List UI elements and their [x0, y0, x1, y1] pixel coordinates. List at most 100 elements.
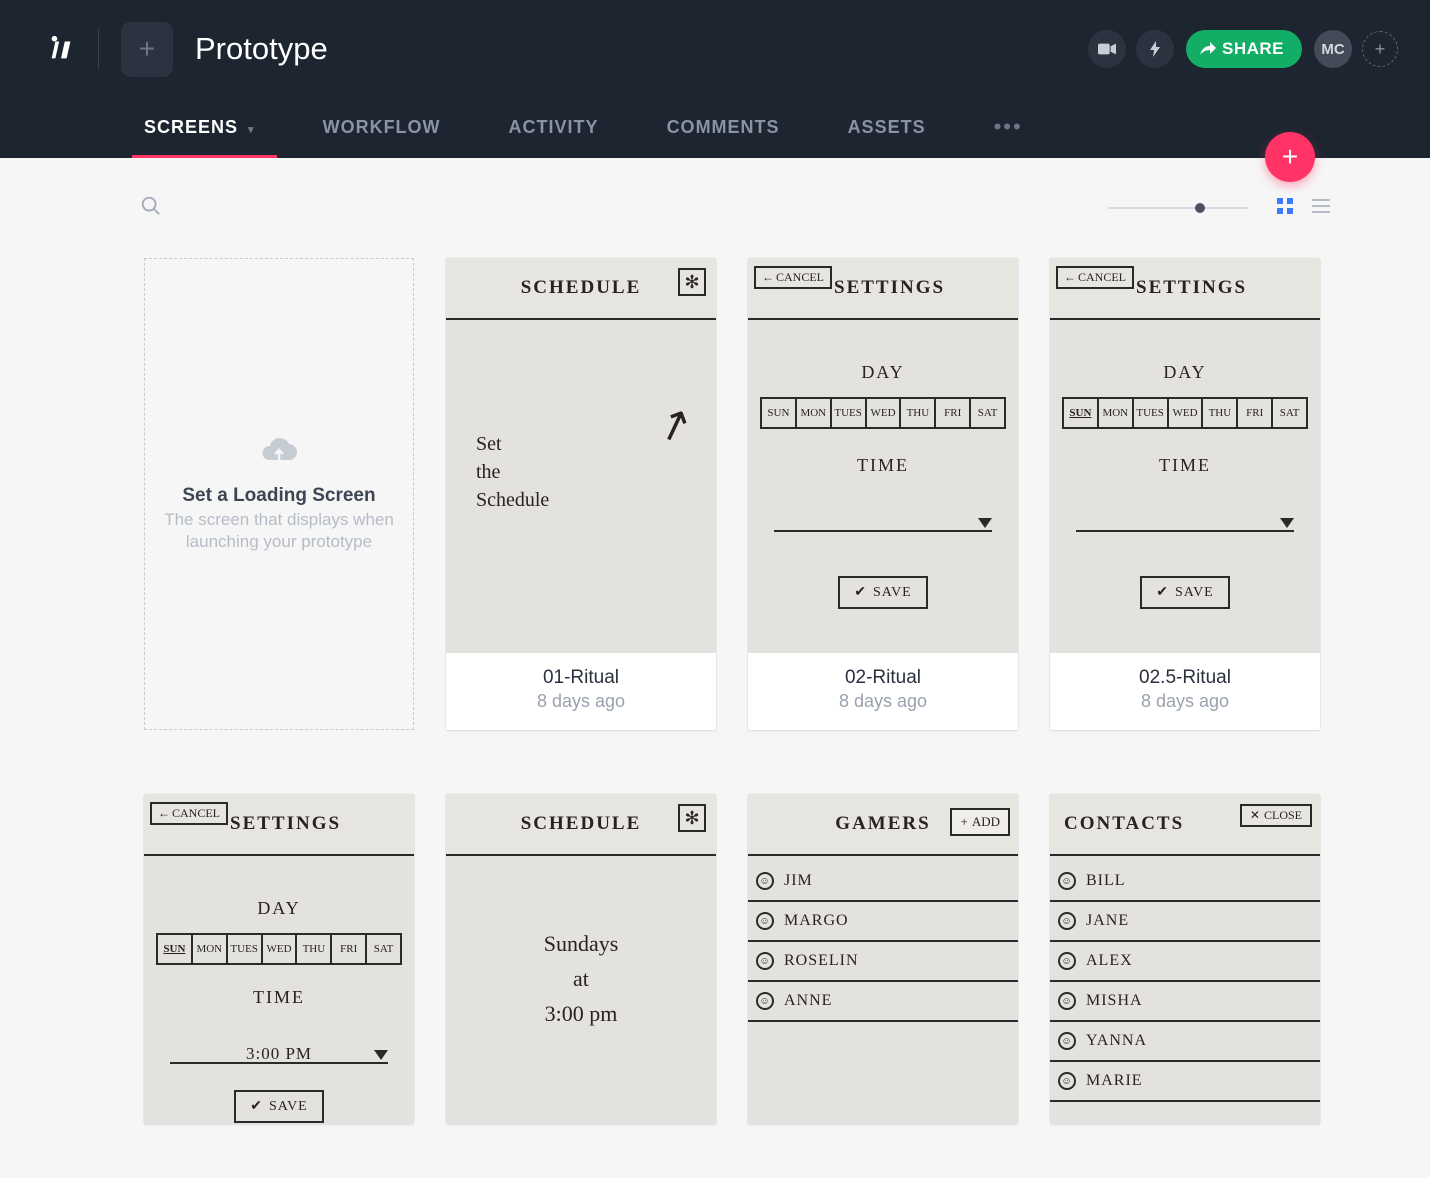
- invision-logo-icon: [46, 34, 76, 64]
- screen-thumbnail: ← CANCEL SETTINGS DAY SUN MON TUES WED T…: [1050, 258, 1320, 653]
- day-strip: SUN MON TUES WED THU FRI SAT: [156, 933, 402, 965]
- screen-card[interactable]: ← CANCEL SETTINGS DAY SUN MON TUES WED T…: [144, 794, 414, 1124]
- day-cell: TUES: [228, 935, 263, 963]
- time-dropdown-mock: [170, 1040, 388, 1064]
- list-item: ☺MISHA: [1050, 982, 1320, 1022]
- time-dropdown-mock: [1076, 508, 1294, 532]
- screen-card[interactable]: ← CANCEL SETTINGS DAY SUN MON TUES WED T…: [748, 258, 1018, 730]
- screen-card[interactable]: CONTACTS ✕ CLOSE ☺BILL ☺JANE ☺ALEX ☺MISH…: [1050, 794, 1320, 1124]
- screen-card[interactable]: ← CANCEL SETTINGS DAY SUN MON TUES WED T…: [1050, 258, 1320, 730]
- mockup-header: SCHEDULE: [521, 813, 642, 835]
- tab-overflow[interactable]: •••: [994, 114, 1023, 158]
- screen-title: 02.5-Ritual: [1060, 667, 1310, 689]
- thumbnail-size-slider[interactable]: [1108, 207, 1248, 209]
- day-cell: TUES: [1134, 399, 1169, 427]
- gear-icon: ✻: [678, 804, 706, 832]
- day-cell: FRI: [332, 935, 367, 963]
- gear-icon: ✻: [678, 268, 706, 296]
- tab-comments[interactable]: COMMENTS: [667, 101, 780, 158]
- screen-card[interactable]: GAMERS + ADD ☺JIM ☺MARGO ☺ROSELIN ☺ANNE: [748, 794, 1018, 1124]
- day-label: DAY: [156, 898, 402, 919]
- add-screen-fab[interactable]: +: [1265, 132, 1315, 182]
- set-loading-screen-card[interactable]: Set a Loading Screen The screen that dis…: [144, 258, 414, 730]
- screen-thumbnail: ← CANCEL SETTINGS DAY SUN MON TUES WED T…: [144, 794, 414, 1124]
- freehand-button[interactable]: [1136, 30, 1174, 68]
- list-item: ☺ROSELIN: [748, 942, 1018, 982]
- screen-thumbnail: CONTACTS ✕ CLOSE ☺BILL ☺JANE ☺ALEX ☺MISH…: [1050, 794, 1320, 1124]
- video-button[interactable]: [1088, 30, 1126, 68]
- list-item: ☺MARGO: [748, 902, 1018, 942]
- mockup-header: SCHEDULE: [521, 277, 642, 299]
- tab-assets[interactable]: ASSETS: [848, 101, 926, 158]
- day-cell: WED: [263, 935, 298, 963]
- chevron-down-icon: ▾: [248, 124, 255, 136]
- project-title: Prototype: [195, 31, 328, 67]
- list-item: ☺ANNE: [748, 982, 1018, 1022]
- day-cell: SUN: [762, 399, 797, 427]
- mockup-header: SETTINGS: [834, 277, 945, 299]
- cancel-button-mock: ← CANCEL: [754, 266, 832, 289]
- day-cell: THU: [1203, 399, 1238, 427]
- list-item: ☺BILL: [1050, 862, 1320, 902]
- save-button-mock: ✔ SAVE: [838, 576, 928, 609]
- list-item: ☺YANNA: [1050, 1022, 1320, 1062]
- screen-date: 8 days ago: [1060, 691, 1310, 712]
- divider: [98, 29, 99, 69]
- cancel-button-mock: ← CANCEL: [1056, 266, 1134, 289]
- cloud-upload-icon: [259, 436, 299, 475]
- add-button-mock: + ADD: [950, 808, 1010, 836]
- loading-card-subtitle: The screen that displays when launching …: [161, 509, 397, 552]
- list-view-toggle[interactable]: [1312, 198, 1330, 219]
- screen-thumbnail: ← CANCEL SETTINGS DAY SUN MON TUES WED T…: [748, 258, 1018, 653]
- list-item: ☺MARIE: [1050, 1062, 1320, 1102]
- new-project-button[interactable]: +: [121, 22, 173, 77]
- tab-label: SCREENS: [144, 117, 238, 137]
- day-label: DAY: [1062, 362, 1308, 383]
- day-cell: FRI: [1238, 399, 1273, 427]
- save-button-mock: ✔ SAVE: [234, 1090, 324, 1123]
- tab-screens[interactable]: SCREENS ▾: [144, 101, 255, 158]
- screen-thumbnail: GAMERS + ADD ☺JIM ☺MARGO ☺ROSELIN ☺ANNE: [748, 794, 1018, 1124]
- list-item: ☺JIM: [748, 862, 1018, 902]
- share-label: SHARE: [1222, 39, 1284, 59]
- day-cell: SAT: [1273, 399, 1306, 427]
- search-button[interactable]: [140, 195, 162, 222]
- screen-title: 02-Ritual: [758, 667, 1008, 689]
- screen-card[interactable]: SCHEDULE ✻ ↗ Set the Schedule 01-Ritual …: [446, 258, 716, 730]
- slider-thumb[interactable]: [1195, 203, 1205, 213]
- share-arrow-icon: [1200, 41, 1216, 57]
- schedule-summary: Sundays at 3:00 pm: [446, 926, 716, 1032]
- day-cell: SUN: [1064, 399, 1099, 427]
- arrow-icon: ↗: [649, 395, 699, 454]
- grid-view-toggle[interactable]: [1276, 197, 1294, 220]
- mockup-header: SETTINGS: [1136, 277, 1247, 299]
- add-collaborator-button[interactable]: +: [1362, 31, 1398, 67]
- screen-title: 01-Ritual: [456, 667, 706, 689]
- day-strip: SUN MON TUES WED THU FRI SAT: [760, 397, 1006, 429]
- day-cell: TUES: [832, 399, 867, 427]
- top-bar: + Prototype SHARE MC +: [0, 0, 1430, 98]
- list-item: ☺JANE: [1050, 902, 1320, 942]
- share-button[interactable]: SHARE: [1186, 30, 1302, 68]
- screen-thumbnail: SCHEDULE ✻ ↗ Set the Schedule: [446, 258, 716, 653]
- day-cell: THU: [297, 935, 332, 963]
- cancel-button-mock: ← CANCEL: [150, 802, 228, 825]
- screens-grid: Set a Loading Screen The screen that dis…: [0, 258, 1430, 1124]
- tab-workflow[interactable]: WORKFLOW: [323, 101, 441, 158]
- day-cell: MON: [797, 399, 832, 427]
- tab-bar: SCREENS ▾ WORKFLOW ACTIVITY COMMENTS ASS…: [0, 98, 1430, 158]
- plus-icon: +: [139, 33, 155, 65]
- mockup-note: Set the Schedule: [476, 430, 549, 514]
- contacts-list: ☺BILL ☺JANE ☺ALEX ☺MISHA ☺YANNA ☺MARIE: [1050, 862, 1320, 1102]
- day-cell: MON: [1099, 399, 1134, 427]
- tab-activity[interactable]: ACTIVITY: [509, 101, 599, 158]
- avatar[interactable]: MC: [1314, 30, 1352, 68]
- time-label: TIME: [1062, 455, 1308, 476]
- day-cell: WED: [867, 399, 902, 427]
- screen-card[interactable]: SCHEDULE ✻ Sundays at 3:00 pm: [446, 794, 716, 1124]
- screen-date: 8 days ago: [456, 691, 706, 712]
- time-dropdown-mock: [774, 508, 992, 532]
- gamers-list: ☺JIM ☺MARGO ☺ROSELIN ☺ANNE: [748, 862, 1018, 1022]
- day-cell: SUN: [158, 935, 193, 963]
- plus-icon: +: [1375, 39, 1386, 60]
